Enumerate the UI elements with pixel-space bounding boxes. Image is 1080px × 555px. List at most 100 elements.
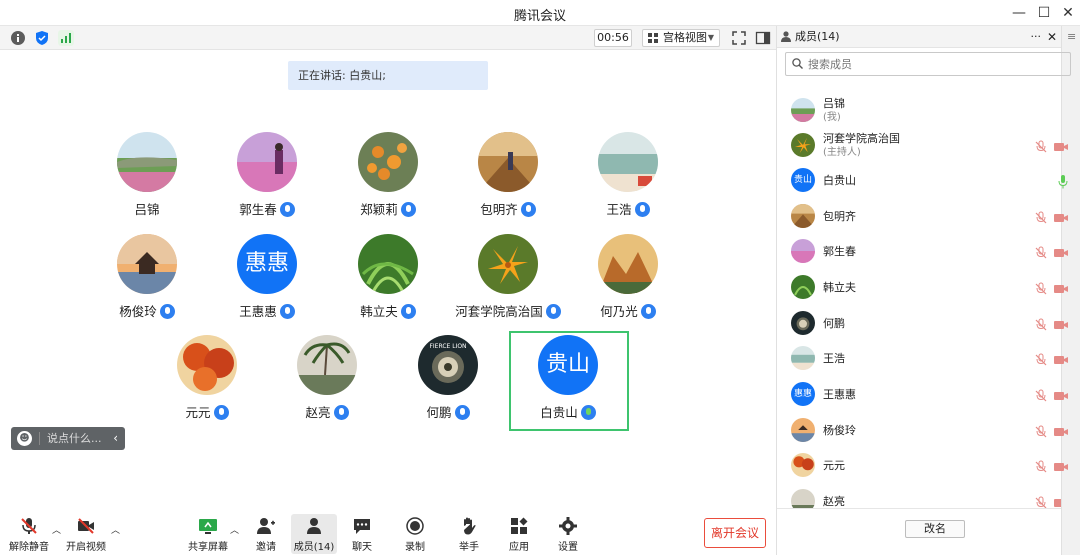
member-row[interactable]: 杨俊玲 — [777, 413, 1068, 449]
mic-icon — [279, 304, 295, 319]
member-name: 吕锦 — [823, 97, 845, 110]
camera-off-icon[interactable] — [1053, 283, 1069, 295]
avatar — [358, 234, 418, 294]
participant-tile[interactable]: 郭生春 — [212, 132, 322, 222]
chevron-up-icon[interactable]: ︿ — [230, 523, 239, 536]
title-bar: 腾讯会议 — ☐ ✕ — [0, 0, 1080, 26]
menu-icon[interactable]: ≡ — [1067, 30, 1076, 43]
view-mode-dropdown[interactable]: 宫格视图 ▼ — [642, 29, 720, 47]
close-window-button[interactable]: ✕ — [1055, 2, 1080, 24]
participant-name: 赵亮 — [305, 405, 331, 420]
participant-tile[interactable]: 吕锦 — [92, 132, 202, 222]
participant-tile-active-speaker[interactable]: 贵山 白贵山 — [513, 335, 623, 425]
member-search-input[interactable] — [808, 55, 1058, 73]
mic-muted-icon[interactable] — [1034, 211, 1048, 225]
participant-tile[interactable]: 包明齐 — [453, 132, 563, 222]
settings-button[interactable]: 设置 — [545, 514, 591, 554]
camera-off-icon[interactable] — [1053, 461, 1069, 473]
member-row[interactable]: 元元 — [777, 448, 1068, 484]
shield-icon[interactable] — [34, 30, 50, 46]
more-options-icon[interactable]: ··· — [1031, 26, 1042, 48]
member-row[interactable]: 河套学院高治国 (主持人) — [777, 128, 1068, 164]
camera-off-icon[interactable] — [1053, 497, 1061, 508]
participant-tile[interactable]: 赵亮 — [272, 335, 382, 425]
mic-icon — [545, 304, 561, 319]
camera-off-icon[interactable] — [1053, 141, 1069, 153]
member-row[interactable]: 韩立夫 — [777, 270, 1068, 306]
signal-icon[interactable] — [58, 30, 74, 46]
unmute-button[interactable]: 解除静音 — [6, 514, 52, 554]
record-icon — [406, 517, 424, 535]
invite-button[interactable]: 邀请 — [243, 514, 289, 554]
share-screen-button[interactable]: 共享屏幕 — [185, 514, 231, 554]
participant-tile[interactable]: 惠惠 王惠惠 — [212, 234, 322, 324]
speaking-mic-icon[interactable] — [1058, 175, 1068, 189]
member-row[interactable]: 惠惠 王惠惠 — [777, 377, 1068, 413]
participant-tile[interactable]: 杨俊玲 — [92, 234, 202, 324]
mic-muted-icon[interactable] — [1034, 496, 1048, 508]
camera-off-icon[interactable] — [1053, 319, 1069, 331]
member-name: 王浩 — [823, 352, 845, 365]
fullscreen-icon[interactable] — [731, 30, 747, 46]
record-button[interactable]: 录制 — [392, 514, 438, 554]
chat-button[interactable]: 聊天 — [339, 514, 385, 554]
leave-meeting-button[interactable]: 离开会议 — [704, 518, 766, 548]
info-icon[interactable] — [10, 30, 26, 46]
mic-muted-icon[interactable] — [1034, 318, 1048, 332]
mic-icon — [520, 202, 536, 217]
close-panel-icon[interactable]: ✕ — [1047, 26, 1057, 48]
camera-off-icon[interactable] — [1053, 354, 1069, 366]
chevron-up-icon[interactable]: ︿ — [111, 523, 120, 536]
quick-chat-input[interactable]: ☻ 说点什么... ‹ — [11, 427, 125, 450]
apps-button[interactable]: 应用 — [496, 514, 542, 554]
member-row[interactable]: 贵山 白贵山 — [777, 163, 1068, 199]
search-icon — [792, 58, 803, 69]
participant-tile[interactable]: 韩立夫 — [333, 234, 443, 324]
member-row[interactable]: 赵亮 — [777, 484, 1061, 508]
participant-tile[interactable]: 郑颖莉 — [333, 132, 443, 222]
mic-muted-icon[interactable] — [1034, 353, 1048, 367]
member-row[interactable]: 郭生春 — [777, 234, 1068, 270]
collapse-chevron-icon[interactable]: ‹ — [113, 427, 118, 450]
avatar — [791, 489, 815, 508]
member-row[interactable]: 包明齐 — [777, 199, 1068, 235]
minimize-button[interactable]: — — [1006, 2, 1032, 24]
participant-name: 杨俊玲 — [119, 304, 157, 319]
avatar — [791, 98, 815, 122]
member-search[interactable] — [785, 52, 1071, 76]
emoji-icon[interactable]: ☻ — [17, 431, 32, 446]
raise-hand-button[interactable]: 举手 — [446, 514, 492, 554]
sidebar-toggle-icon[interactable] — [755, 30, 771, 46]
member-row[interactable]: 王浩 — [777, 341, 1068, 377]
maximize-button[interactable]: ☐ — [1031, 2, 1057, 24]
mic-muted-icon[interactable] — [1034, 246, 1048, 260]
mic-muted-icon[interactable] — [1034, 282, 1048, 296]
camera-off-icon[interactable] — [1053, 426, 1069, 438]
mic-muted-icon[interactable] — [1034, 460, 1048, 474]
avatar — [791, 133, 815, 157]
members-panel-header: 成员(14) ··· ✕ — [777, 26, 1061, 48]
participant-name: 河套学院高治国 — [455, 304, 543, 319]
member-row[interactable]: 吕锦 (我) — [777, 93, 1061, 129]
speaking-indicator: 正在讲话: 白贵山; — [288, 61, 488, 90]
participant-tile[interactable]: 何乃光 — [573, 234, 683, 324]
members-button[interactable]: 成员(14) — [291, 514, 337, 554]
participant-tile[interactable]: FIERCE LION 何鹏 — [393, 335, 503, 425]
participant-tile[interactable]: 河套学院高治国 — [453, 234, 563, 324]
mic-muted-icon[interactable] — [1034, 425, 1048, 439]
mic-muted-icon[interactable] — [1034, 140, 1048, 154]
participant-tile[interactable]: 元元 — [152, 335, 262, 425]
camera-off-icon[interactable] — [1053, 390, 1069, 402]
avatar — [791, 453, 815, 477]
start-video-button[interactable]: 开启视频 — [63, 514, 109, 554]
camera-off-icon[interactable] — [1053, 212, 1069, 224]
member-row[interactable]: 何鹏 — [777, 306, 1068, 342]
avatar — [358, 132, 418, 192]
participant-tile[interactable]: 王浩 — [573, 132, 683, 222]
camera-off-icon[interactable] — [1053, 247, 1069, 259]
speaking-mic-icon — [580, 405, 596, 420]
chevron-up-icon[interactable]: ︿ — [52, 523, 61, 536]
mic-muted-icon[interactable] — [1034, 389, 1048, 403]
rename-button[interactable]: 改名 — [905, 520, 965, 538]
gallery-view: 正在讲话: 白贵山; 吕锦 郭生春 郑颖莉 包明齐 王浩 杨俊玲 惠惠 王惠惠 … — [0, 51, 776, 511]
